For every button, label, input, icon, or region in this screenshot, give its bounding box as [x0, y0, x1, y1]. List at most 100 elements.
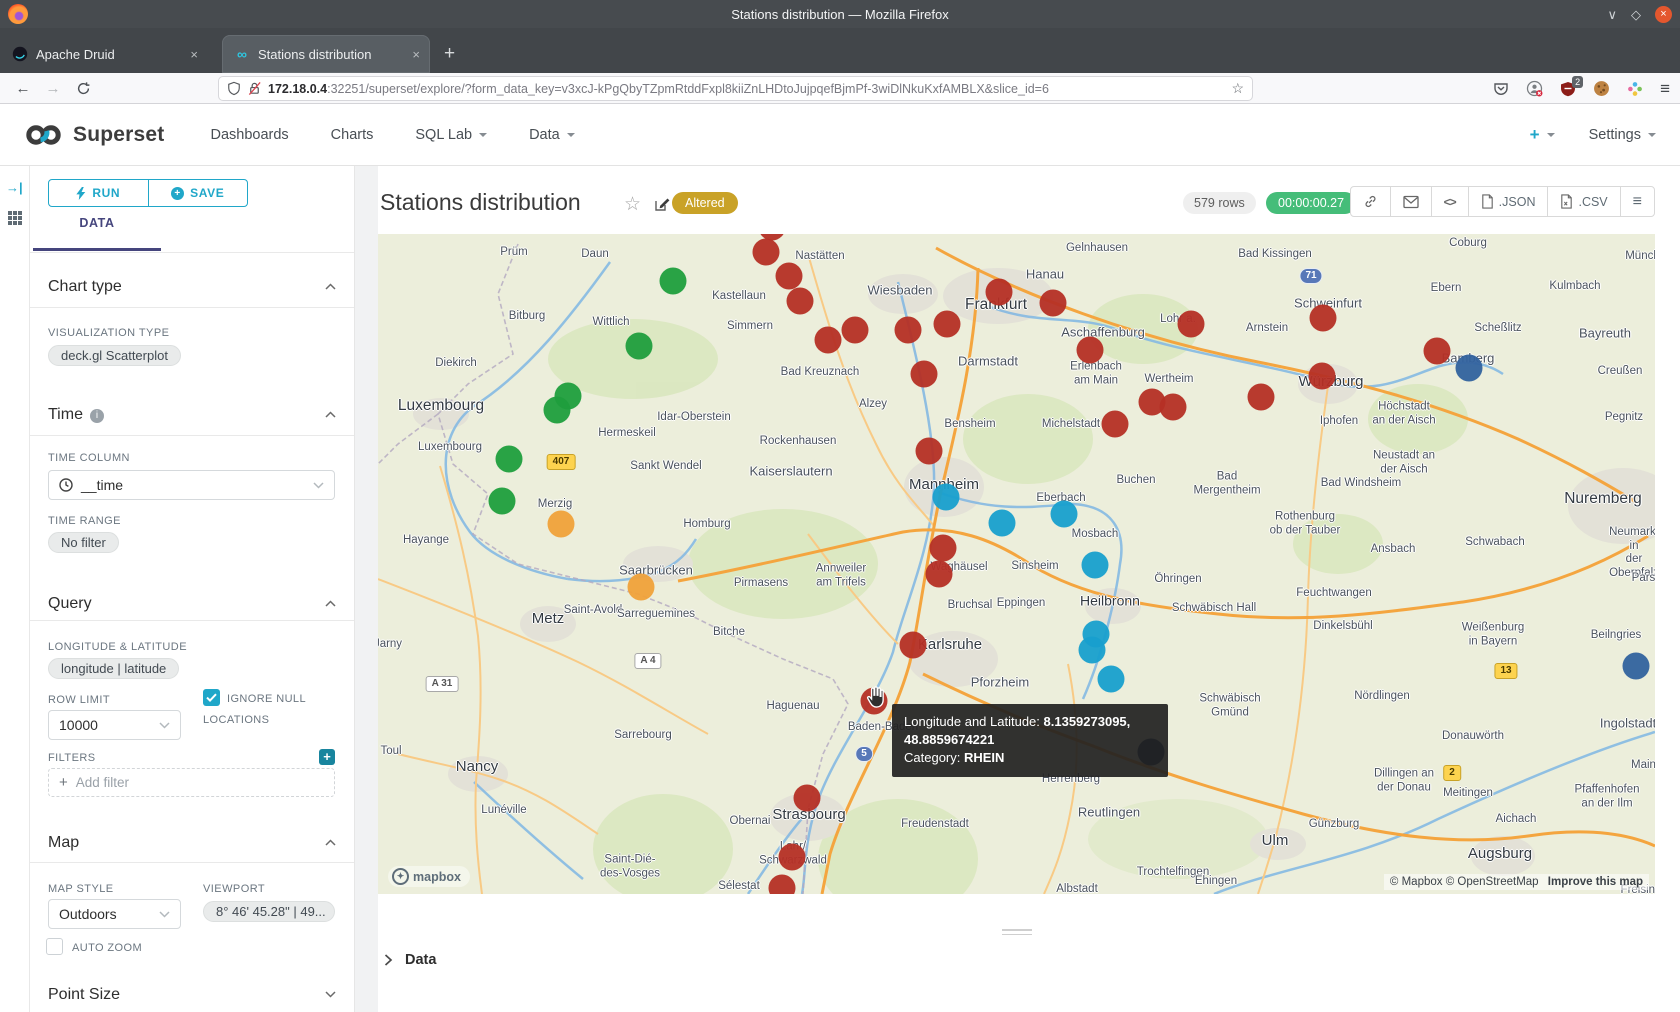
scatter-point-red[interactable] [1178, 311, 1205, 338]
hamburger-menu-icon[interactable]: ≡ [1660, 79, 1670, 99]
superset-logo[interactable]: Superset [24, 123, 164, 147]
dataset-grid-icon[interactable] [7, 210, 23, 226]
scatter-point-cyan[interactable] [989, 510, 1016, 537]
extension-flower-icon[interactable] [1627, 81, 1643, 97]
tab-close-icon[interactable]: × [412, 47, 420, 62]
chevron-down-icon[interactable] [325, 991, 336, 998]
window-minimize-icon[interactable]: ∨ [1607, 8, 1617, 21]
scatter-point-red[interactable] [934, 311, 961, 338]
chart-menu-icon[interactable]: ≡ [1620, 187, 1654, 216]
scatter-point-green[interactable] [626, 333, 653, 360]
section-point-size[interactable]: Point Size [48, 986, 120, 1004]
row-limit-select[interactable]: 10000 [48, 710, 181, 740]
settings-menu[interactable]: Settings [1589, 127, 1656, 143]
deckgl-scatter-map[interactable]: PrümDaunNastättenGelnhausenHanauBad Kiss… [378, 234, 1655, 894]
tab-stations-distribution[interactable]: ∞ Stations distribution × [222, 35, 430, 73]
forward-icon[interactable]: → [38, 80, 68, 97]
scatter-point-orange[interactable] [628, 574, 655, 601]
tracking-shield-icon[interactable] [227, 81, 241, 96]
scatter-point-red[interactable] [842, 317, 869, 344]
attribution-mapbox-link[interactable]: © Mapbox [1390, 876, 1443, 888]
scatter-point-red[interactable] [753, 239, 780, 266]
ignore-null-checkbox[interactable] [203, 689, 220, 706]
resize-handle[interactable] [1002, 926, 1032, 938]
insecure-lock-icon[interactable] [247, 81, 262, 96]
mapbox-logo[interactable]: ✦ mapbox [388, 866, 470, 887]
scatter-point-cyan[interactable] [1079, 637, 1106, 664]
scatter-point-green[interactable] [496, 446, 523, 473]
altered-badge[interactable]: Altered [672, 192, 738, 214]
viz-type-pill[interactable]: deck.gl Scatterplot [48, 345, 181, 366]
scatter-point-green[interactable] [489, 488, 516, 515]
run-button[interactable]: RUN [49, 180, 149, 206]
embed-code-button[interactable]: <> [1431, 187, 1468, 216]
scatter-point-red[interactable] [779, 844, 806, 871]
window-close-icon[interactable]: × [1655, 6, 1672, 23]
scatter-point-red[interactable] [1077, 337, 1104, 364]
time-column-select[interactable]: __time [48, 470, 335, 500]
chevron-up-icon[interactable] [325, 600, 336, 607]
attribution-osm-link[interactable]: © OpenStreetMap [1446, 876, 1539, 888]
cookie-extension-icon[interactable] [1593, 80, 1610, 97]
scatter-point-cyan[interactable] [933, 484, 960, 511]
scatter-point-red[interactable] [916, 438, 943, 465]
bookmark-star-icon[interactable]: ☆ [1231, 80, 1244, 97]
add-filter-plus-icon[interactable]: + [319, 749, 335, 765]
scatter-point-red[interactable] [1248, 384, 1275, 411]
scatter-point-blue[interactable] [1623, 653, 1650, 680]
scatter-point-red[interactable] [1102, 411, 1129, 438]
scatter-point-red[interactable] [794, 785, 821, 812]
scatter-point-red[interactable] [815, 327, 842, 354]
save-button[interactable]: + SAVE [149, 180, 248, 206]
add-filter-input[interactable]: + Add filter [48, 768, 335, 797]
scatter-point-cyan[interactable] [1051, 501, 1078, 528]
url-text[interactable]: 172.18.0.4:32251/superset/explore/?form_… [268, 82, 1225, 96]
chevron-up-icon[interactable] [325, 411, 336, 418]
email-button[interactable] [1390, 187, 1431, 216]
scatter-point-red[interactable] [1040, 290, 1067, 317]
scatter-point-red[interactable] [895, 317, 922, 344]
scatter-point-green[interactable] [544, 397, 571, 424]
favorite-star-icon[interactable]: ☆ [624, 193, 641, 216]
scatter-point-red[interactable] [900, 632, 927, 659]
section-chart-type[interactable]: Chart type [48, 278, 122, 296]
pocket-icon[interactable] [1493, 81, 1509, 97]
scatter-point-green[interactable] [660, 268, 687, 295]
scatter-point-red[interactable] [769, 875, 796, 895]
url-bar[interactable]: 172.18.0.4:32251/superset/explore/?form_… [218, 76, 1253, 101]
export-json-button[interactable]: .JSON [1468, 187, 1548, 216]
section-query[interactable]: Query [48, 595, 92, 613]
scatter-point-red[interactable] [911, 361, 938, 388]
nav-item-data[interactable]: Data [529, 127, 575, 143]
scatter-point-red[interactable] [1424, 338, 1451, 365]
scatter-point-red[interactable] [926, 561, 953, 588]
auto-zoom-checkbox[interactable] [46, 938, 63, 955]
scatter-point-cyan[interactable] [1082, 552, 1109, 579]
adblock-shield-icon[interactable]: 2 [1560, 81, 1576, 97]
nav-item-charts[interactable]: Charts [331, 127, 374, 143]
account-icon[interactable] [1526, 80, 1543, 97]
scatter-point-red[interactable] [776, 263, 803, 290]
data-panel-toggle[interactable]: Data [384, 952, 436, 968]
scatter-point-red[interactable] [1309, 363, 1336, 390]
window-maximize-icon[interactable]: ◇ [1631, 8, 1641, 21]
scatter-point-red[interactable] [930, 535, 957, 562]
scatter-point-red[interactable] [1310, 305, 1337, 332]
section-map[interactable]: Map [48, 834, 79, 852]
expand-datasource-icon[interactable]: →| [6, 180, 23, 195]
viewport-pill[interactable]: 8° 46' 45.28" | 49... [203, 901, 335, 922]
lonlat-pill[interactable]: longitude | latitude [48, 658, 179, 679]
back-icon[interactable]: ← [8, 80, 38, 97]
copy-link-button[interactable] [1351, 187, 1390, 216]
scatter-point-red[interactable] [986, 279, 1013, 306]
tab-close-icon[interactable]: × [190, 47, 198, 62]
improve-map-link[interactable]: Improve this map [1548, 876, 1643, 888]
export-csv-button[interactable]: .CSV [1547, 187, 1619, 216]
section-time[interactable]: Timei [48, 406, 104, 424]
chevron-up-icon[interactable] [325, 839, 336, 846]
add-new-button[interactable]: + [1530, 125, 1555, 145]
nav-item-dashboards[interactable]: Dashboards [210, 127, 288, 143]
scatter-point-red[interactable] [787, 288, 814, 315]
scatter-point-red[interactable] [1160, 394, 1187, 421]
edit-properties-icon[interactable] [654, 196, 670, 212]
